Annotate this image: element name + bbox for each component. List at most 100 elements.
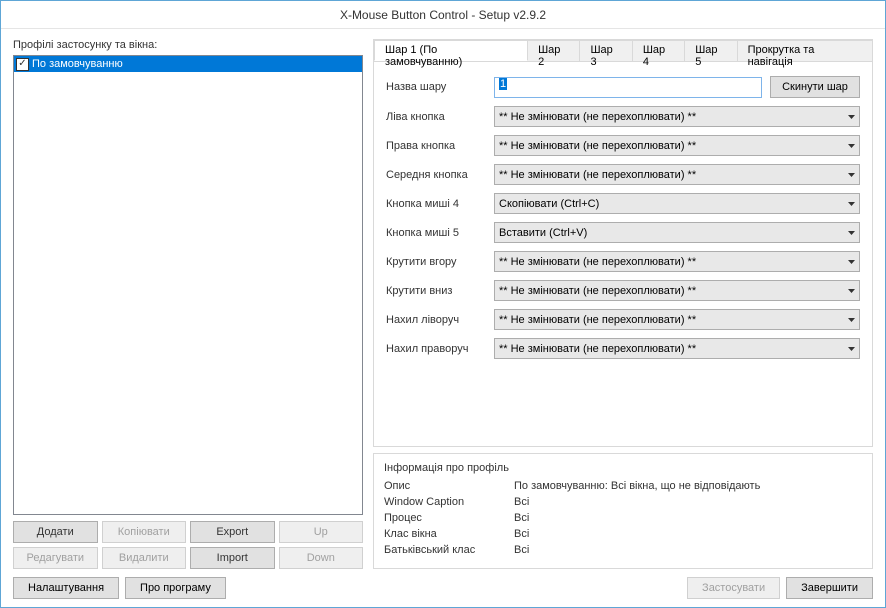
tab-layer3[interactable]: Шар 3: [579, 40, 632, 61]
button-label: Середня кнопка: [386, 169, 494, 181]
chevron-down-icon: [848, 202, 855, 206]
button-label: Крутити вгору: [386, 256, 494, 268]
info-label: Процес: [384, 512, 514, 524]
combo-value: ** Не змінювати (не перехоплювати) **: [499, 111, 844, 123]
button-label: Ліва кнопка: [386, 111, 494, 123]
titlebar: X-Mouse Button Control - Setup v2.9.2: [1, 1, 885, 29]
button-label: Кнопка миші 5: [386, 227, 494, 239]
info-value: По замовчуванню: Всі вікна, що не відпов…: [514, 480, 760, 492]
info-label: Клас вікна: [384, 528, 514, 540]
copy-button: Копіювати: [102, 521, 187, 543]
info-row: Клас вікнаВсі: [384, 528, 862, 540]
tab-scroll-nav[interactable]: Прокрутка та навігація: [737, 40, 873, 61]
info-label: Батьківський клас: [384, 544, 514, 556]
profile-info-panel: Інформація про профіль ОписПо замовчуван…: [373, 453, 873, 569]
button-combo[interactable]: ** Не змінювати (не перехоплювати) **: [494, 164, 860, 185]
chevron-down-icon: [848, 173, 855, 177]
chevron-down-icon: [848, 144, 855, 148]
button-combo[interactable]: ** Не змінювати (не перехоплювати) **: [494, 251, 860, 272]
info-label: Опис: [384, 480, 514, 492]
button-combo[interactable]: ** Не змінювати (не перехоплювати) **: [494, 135, 860, 156]
layer-name-input[interactable]: 1: [494, 77, 762, 98]
button-row: Середня кнопка ** Не змінювати (не перехо…: [386, 164, 860, 185]
profile-checkbox[interactable]: ✓: [16, 58, 29, 71]
combo-value: ** Не змінювати (не перехоплювати) **: [499, 343, 844, 355]
layer-name-row: Назва шару 1 Скинути шар: [386, 76, 860, 98]
profiles-label: Профілі застосунку та вікна:: [13, 39, 363, 51]
button-label: Нахил праворуч: [386, 343, 494, 355]
import-button[interactable]: Import: [190, 547, 275, 569]
button-row: Кнопка миші 4 Скопіювати (Ctrl+C): [386, 193, 860, 214]
apply-button: Застосувати: [687, 577, 780, 599]
button-label: Кнопка миші 4: [386, 198, 494, 210]
button-row: Ліва кнопка ** Не змінювати (не перехоплю…: [386, 106, 860, 127]
chevron-down-icon: [848, 115, 855, 119]
settings-button[interactable]: Налаштування: [13, 577, 119, 599]
content: Профілі застосунку та вікна: ✓ По замовч…: [1, 29, 885, 607]
tabstrip: Шар 1 (По замовчуванню) Шар 2 Шар 3 Шар …: [374, 40, 872, 62]
button-combo[interactable]: ** Не змінювати (не перехоплювати) **: [494, 338, 860, 359]
left-column: Профілі застосунку та вікна: ✓ По замовч…: [13, 39, 363, 569]
export-button[interactable]: Export: [190, 521, 275, 543]
button-combo[interactable]: ** Не змінювати (не перехоплювати) **: [494, 309, 860, 330]
tab-layer1[interactable]: Шар 1 (По замовчуванню): [374, 40, 528, 61]
main-row: Профілі застосунку та вікна: ✓ По замовч…: [13, 39, 873, 569]
info-value: Всі: [514, 544, 529, 556]
info-value: Всі: [514, 496, 529, 508]
button-combo[interactable]: ** Не змінювати (не перехоплювати) **: [494, 280, 860, 301]
info-label: Window Caption: [384, 496, 514, 508]
button-label: Нахил ліворуч: [386, 314, 494, 326]
window-title: X-Mouse Button Control - Setup v2.9.2: [340, 8, 546, 22]
chevron-down-icon: [848, 318, 855, 322]
button-label: Крутити вниз: [386, 285, 494, 297]
profile-item[interactable]: ✓ По замовчуванню: [14, 56, 362, 72]
tab-layer2[interactable]: Шар 2: [527, 40, 580, 61]
chevron-down-icon: [848, 260, 855, 264]
info-row: Батьківський класВсі: [384, 544, 862, 556]
up-button: Up: [279, 521, 364, 543]
profile-info-title: Інформація про профіль: [384, 462, 862, 474]
profile-buttons: Додати Копіювати Export Up Редагувати Ви…: [13, 521, 363, 569]
combo-value: ** Не змінювати (не перехоплювати) **: [499, 169, 844, 181]
main-window: X-Mouse Button Control - Setup v2.9.2 Пр…: [0, 0, 886, 608]
combo-value: ** Не змінювати (не перехоплювати) **: [499, 256, 844, 268]
layer-tabs: Шар 1 (По замовчуванню) Шар 2 Шар 3 Шар …: [373, 39, 873, 447]
right-column: Шар 1 (По замовчуванню) Шар 2 Шар 3 Шар …: [373, 39, 873, 569]
edit-button: Редагувати: [13, 547, 98, 569]
button-row: Нахил ліворуч ** Не змінювати (не перехоп…: [386, 309, 860, 330]
combo-value: Вставити (Ctrl+V): [499, 227, 844, 239]
button-row: Крутити вгору ** Не змінювати (не перехоп…: [386, 251, 860, 272]
about-button[interactable]: Про програму: [125, 577, 226, 599]
combo-value: Скопіювати (Ctrl+C): [499, 198, 844, 210]
info-row: ОписПо замовчуванню: Всі вікна, що не ві…: [384, 480, 862, 492]
button-row: Права кнопка ** Не змінювати (не перехопл…: [386, 135, 860, 156]
tab-layer5[interactable]: Шар 5: [684, 40, 737, 61]
combo-value: ** Не змінювати (не перехоплювати) **: [499, 140, 844, 152]
button-row: Нахил праворуч ** Не змінювати (не перехо…: [386, 338, 860, 359]
button-combo[interactable]: Скопіювати (Ctrl+C): [494, 193, 860, 214]
layer-name-label: Назва шару: [386, 81, 494, 93]
chevron-down-icon: [848, 231, 855, 235]
down-button: Down: [279, 547, 364, 569]
button-label: Права кнопка: [386, 140, 494, 152]
button-combo[interactable]: ** Не змінювати (не перехоплювати) **: [494, 106, 860, 127]
info-row: Window CaptionВсі: [384, 496, 862, 508]
profile-name: По замовчуванню: [32, 58, 123, 70]
button-combo[interactable]: Вставити (Ctrl+V): [494, 222, 860, 243]
combo-value: ** Не змінювати (не перехоплювати) **: [499, 314, 844, 326]
button-row: Крутити вниз ** Не змінювати (не перехопл…: [386, 280, 860, 301]
close-button[interactable]: Завершити: [786, 577, 873, 599]
button-row: Кнопка миші 5 Вставити (Ctrl+V): [386, 222, 860, 243]
info-value: Всі: [514, 512, 529, 524]
profile-list[interactable]: ✓ По замовчуванню: [13, 55, 363, 515]
add-button[interactable]: Додати: [13, 521, 98, 543]
reset-layer-button[interactable]: Скинути шар: [770, 76, 860, 98]
info-value: Всі: [514, 528, 529, 540]
combo-value: ** Не змінювати (не перехоплювати) **: [499, 285, 844, 297]
tab-body: Назва шару 1 Скинути шар Ліва кнопка ** Н…: [374, 62, 872, 446]
tab-layer4[interactable]: Шар 4: [632, 40, 685, 61]
bottom-bar: Налаштування Про програму Застосувати За…: [13, 577, 873, 599]
chevron-down-icon: [848, 289, 855, 293]
info-row: ПроцесВсі: [384, 512, 862, 524]
chevron-down-icon: [848, 347, 855, 351]
